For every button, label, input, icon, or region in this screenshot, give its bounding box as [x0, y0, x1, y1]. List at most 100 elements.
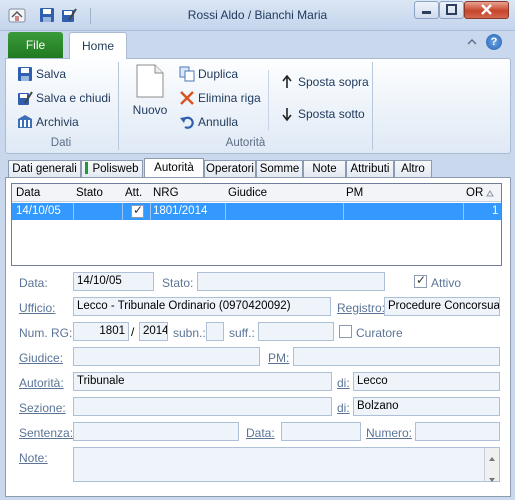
sposta-sotto-button[interactable]: Sposta sotto — [279, 104, 365, 124]
cell-divider — [463, 203, 464, 220]
salva-chiudi-button[interactable]: Salva e chiudi — [17, 88, 111, 108]
cell-or: 1 — [492, 205, 499, 217]
label-suff: suff.: — [229, 326, 255, 340]
tab-attributi[interactable]: Attributi — [346, 160, 394, 178]
tab-autorita[interactable]: Autorità — [144, 158, 204, 177]
label-giudice: Giudice: — [19, 351, 64, 365]
elimina-riga-label: Elimina riga — [198, 91, 261, 105]
delete-icon — [179, 90, 195, 106]
column-header-nrg[interactable]: NRG — [153, 187, 179, 199]
num-rg-field[interactable]: 1801 — [73, 322, 129, 341]
data-field[interactable]: 14/10/05 — [73, 272, 154, 291]
column-header-stato[interactable]: Stato — [76, 187, 103, 199]
sposta-sotto-label: Sposta sotto — [298, 107, 365, 121]
pm-field[interactable] — [293, 347, 500, 366]
ufficio-field[interactable]: Lecco - Tribunale Ordinario (0970420092) — [73, 297, 331, 316]
save-close-icon — [17, 90, 33, 106]
cell-nrg: 1801/2014 — [153, 205, 208, 217]
archivia-button[interactable]: Archivia — [17, 112, 79, 132]
tab-polisweb-label: Polisweb — [92, 163, 139, 175]
suff-field[interactable] — [258, 322, 334, 341]
help-icon[interactable]: ? — [486, 34, 502, 50]
num-rg-slash: / — [131, 325, 135, 339]
sposta-sopra-button[interactable]: Sposta sopra — [279, 72, 369, 92]
scroll-down-icon[interactable] — [488, 472, 496, 486]
label-ufficio: Ufficio: — [19, 301, 56, 315]
close-button[interactable] — [464, 1, 509, 19]
annulla-button[interactable]: Annulla — [179, 112, 238, 132]
sentenza-field[interactable] — [73, 422, 239, 441]
tab-polisweb[interactable]: Polisweb — [81, 160, 143, 178]
cell-data: 14/10/05 — [16, 205, 61, 217]
status-bar-icon — [85, 162, 89, 174]
archivia-label: Archivia — [36, 115, 79, 129]
label-data: Data: — [19, 276, 48, 290]
label-num-rg: Num. RG: — [19, 326, 73, 340]
label-note: Note: — [19, 451, 48, 465]
sposta-sopra-label: Sposta sopra — [298, 75, 369, 89]
registro-field[interactable]: Procedure Concorsuali — [384, 297, 500, 316]
sezione-di-field[interactable]: Bolzano — [353, 397, 500, 416]
column-header-pm[interactable]: PM — [346, 187, 363, 199]
autorita-field[interactable]: Tribunale — [73, 372, 332, 391]
label-curatore: Curatore — [356, 326, 403, 340]
column-header-data[interactable]: Data — [16, 187, 40, 199]
note-textarea[interactable] — [73, 447, 500, 482]
note-scrollbar[interactable] — [484, 448, 499, 482]
label-autorita: Autorità: — [19, 376, 64, 390]
label-sentenza: Sentenza: — [19, 426, 74, 440]
label-sentenza-data: Data: — [246, 426, 275, 440]
curatore-checkbox[interactable] — [339, 325, 352, 338]
group-label-dati: Dati — [50, 137, 72, 149]
save-icon — [17, 66, 33, 82]
stato-field[interactable] — [197, 272, 385, 291]
sezione-field[interactable] — [73, 397, 332, 416]
tab-dati-generali[interactable]: Dati generali — [8, 160, 81, 178]
tab-note[interactable]: Note — [303, 160, 346, 178]
ribbon-collapse-icon[interactable] — [466, 36, 478, 48]
duplica-button[interactable]: Duplica — [179, 64, 238, 84]
sentenza-data-field[interactable] — [281, 422, 361, 441]
salva-label: Salva — [36, 67, 67, 81]
maximize-button[interactable] — [439, 1, 464, 19]
label-attivo: Attivo — [431, 276, 462, 290]
ribbon-tab-file[interactable]: File — [8, 32, 63, 58]
cell-divider — [73, 203, 74, 220]
duplicate-icon — [179, 66, 195, 82]
arrow-down-icon — [279, 106, 295, 122]
anno-rg-field[interactable]: 2014 — [139, 322, 168, 341]
annulla-label: Annulla — [198, 115, 239, 129]
giudice-field[interactable] — [73, 347, 260, 366]
salva-button[interactable]: Salva — [17, 64, 66, 84]
nuovo-button[interactable]: Nuovo — [130, 64, 170, 124]
column-header-or[interactable]: OR — [466, 187, 483, 199]
table-row[interactable]: 14/10/05 1801/2014 1 — [12, 203, 501, 220]
column-header-att[interactable]: Att. — [125, 187, 142, 199]
new-document-icon — [135, 64, 165, 101]
tab-operatori[interactable]: Operatori — [204, 160, 256, 178]
label-sezione: Sezione: — [19, 401, 66, 415]
arrow-up-icon — [279, 74, 295, 90]
tab-altro[interactable]: Altro — [394, 160, 432, 178]
subn-field[interactable] — [206, 322, 224, 341]
autorita-di-field[interactable]: Lecco — [353, 372, 500, 391]
attivo-checkbox[interactable] — [414, 273, 427, 288]
elimina-riga-button[interactable]: Elimina riga — [179, 88, 261, 108]
cell-divider — [150, 203, 151, 220]
cell-divider — [225, 203, 226, 220]
scroll-up-icon[interactable] — [488, 451, 496, 465]
minimize-button[interactable] — [414, 1, 439, 19]
cell-divider — [122, 203, 123, 220]
nuovo-label: Nuovo — [132, 103, 168, 117]
column-header-giudice[interactable]: Giudice — [228, 187, 267, 199]
label-sezione-di: di: — [337, 401, 350, 415]
tab-somme[interactable]: Somme — [256, 160, 303, 178]
group-separator — [372, 62, 373, 150]
ribbon-tab-home[interactable]: Home — [69, 32, 127, 59]
label-autorita-di: di: — [337, 376, 350, 390]
cell-att-checkbox[interactable] — [131, 203, 144, 218]
tab-strip: Dati generali Polisweb Autorità Operator… — [5, 158, 511, 178]
numero-field[interactable] — [415, 422, 500, 441]
label-subn: subn.: — [173, 326, 206, 340]
sort-ascending-icon — [486, 188, 494, 200]
